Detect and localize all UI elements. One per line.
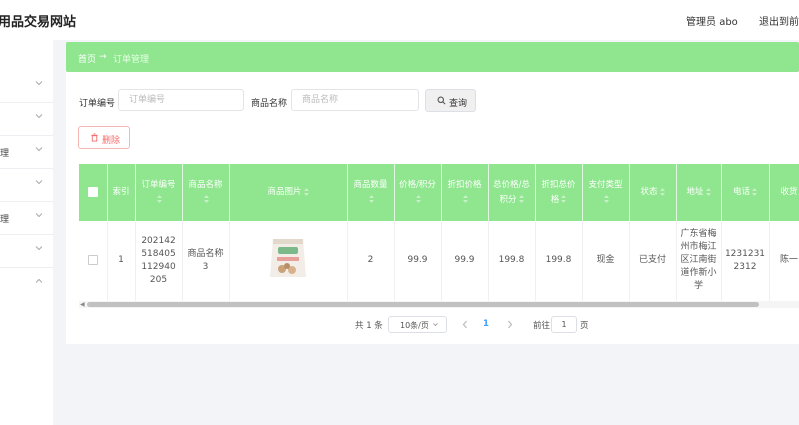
column-header[interactable]: 商品数量 [347,164,395,221]
sidebar-item-7[interactable] [0,267,53,300]
cell-discount-price: 99.9 [441,221,489,302]
logout-link[interactable]: 退出到前 [759,17,799,28]
column-header[interactable]: 收货 [769,164,799,221]
sort-icon[interactable] [416,195,421,203]
column-header[interactable]: 状态 [629,164,677,221]
page-number-current[interactable]: 1 [478,316,494,333]
chevron-up-icon [35,278,43,283]
sort-icon[interactable] [369,195,374,203]
chevron-down-icon [35,81,43,86]
sidebar-item-1[interactable] [0,69,53,103]
prev-page-icon[interactable] [459,316,471,333]
column-header[interactable]: 折扣总价格 [535,164,583,221]
goto-label: 前往 [533,321,551,331]
cell-quantity: 2 [347,221,395,302]
column-header[interactable]: 商品图片 [229,164,348,221]
column-header: 索引 [107,164,136,221]
orders-table: 索引 订单编号 商品名称 商品图片 商品数量 价格/积分 折扣价格 总价格/总积… [79,164,799,302]
cell-index: 1 [107,221,136,302]
admin-user[interactable]: 管理员 abo [686,17,738,28]
column-header[interactable]: 地址 [676,164,722,221]
search-button[interactable]: 查询 [425,89,476,112]
chevron-down-icon [35,246,43,251]
breadcrumb-current: 订单管理 [113,55,150,65]
breadcrumb-home[interactable]: 首页 [78,52,96,65]
page-size-label: 10条/页 [400,321,429,330]
sidebar-item-5[interactable]: 理 [0,201,53,235]
search-icon [437,96,446,105]
delete-button[interactable]: 删除 [78,126,130,149]
site-title: 用品交易网站 [0,15,77,30]
chevron-down-icon [433,323,438,327]
chevron-down-icon [35,180,43,185]
cell-order-no: 202142518405112940205 [135,221,183,302]
sidebar-item-6[interactable] [0,234,53,268]
sort-icon[interactable] [561,195,567,203]
sort-icon[interactable] [204,195,209,203]
column-header[interactable]: 商品名称 [182,164,230,221]
cell-total: 199.8 [488,221,536,302]
table-header-row: 索引 订单编号 商品名称 商品图片 商品数量 价格/积分 折扣价格 总价格/总积… [79,164,799,221]
goto-page-input[interactable] [551,316,577,333]
sidebar-item-3[interactable]: 理 [0,135,53,169]
column-header[interactable]: 价格/积分 [394,164,442,221]
horizontal-scrollbar[interactable]: ◀ [79,301,799,308]
cell-product-name: 商品名称3 [182,221,230,302]
sort-icon[interactable] [157,195,162,203]
header-actions: 管理员 abo 退出到前 [668,13,799,28]
product-image[interactable] [263,233,313,283]
sidebar-item-label: 理 [0,215,10,225]
column-header[interactable]: 电话 [721,164,770,221]
cell-discount-total: 199.8 [535,221,583,302]
sidebar: 理 理 [0,40,53,425]
cell-pay-type: 现金 [582,221,630,302]
column-header[interactable]: 折扣价格 [441,164,489,221]
sort-icon[interactable] [303,187,309,196]
cell-price: 99.9 [394,221,442,302]
order-no-input[interactable] [118,89,244,111]
search-button-label: 查询 [449,99,468,109]
chevron-down-icon [35,114,43,119]
sort-icon[interactable] [659,187,665,196]
page-size-select[interactable]: 10条/页 [388,316,447,333]
cell-receiver: 陈一 [769,221,799,302]
trash-icon [91,133,98,142]
select-all-checkbox[interactable] [87,186,98,197]
next-page-icon[interactable] [504,316,516,333]
breadcrumb: 首页 → 订单管理 [66,42,799,72]
row-checkbox[interactable] [87,254,98,265]
page-unit-label: 页 [580,321,589,331]
sort-icon[interactable] [604,195,609,203]
chevron-down-icon [35,213,43,218]
scrollbar-thumb[interactable] [87,302,759,307]
cell-phone: 12312312312 [721,221,770,302]
order-no-label: 订单编号 [79,99,116,109]
row-select-cell[interactable] [79,221,108,302]
sort-icon[interactable] [752,187,757,196]
column-header[interactable]: 订单编号 [135,164,183,221]
top-bar: 用品交易网站 管理员 abo 退出到前 [0,0,799,40]
select-all-cell[interactable] [79,164,108,221]
delete-button-label: 删除 [102,136,121,146]
page-background [66,344,799,425]
cell-product-image [229,221,348,302]
cell-status: 已支付 [629,221,677,302]
column-header[interactable]: 支付类型 [582,164,630,221]
sidebar-item-label: 理 [0,149,10,159]
column-header[interactable]: 总价格/总积分 [488,164,536,221]
breadcrumb-separator: → [99,52,107,62]
product-name-input[interactable] [291,89,419,111]
pagination-total: 共 1 条 [355,321,383,331]
cell-address: 广东省梅州市梅江区江南街道作新小学 [676,221,722,302]
sort-icon[interactable] [705,187,711,196]
product-name-label: 商品名称 [251,99,288,109]
scroll-left-icon[interactable]: ◀ [80,301,85,308]
table-row: 1 202142518405112940205 商品名称3 2 99.9 99.… [79,221,799,302]
sidebar-item-2[interactable] [0,102,53,136]
chevron-down-icon [35,147,43,152]
sidebar-item-4[interactable] [0,168,53,202]
sort-icon[interactable] [463,195,468,203]
sort-icon[interactable] [518,195,524,203]
